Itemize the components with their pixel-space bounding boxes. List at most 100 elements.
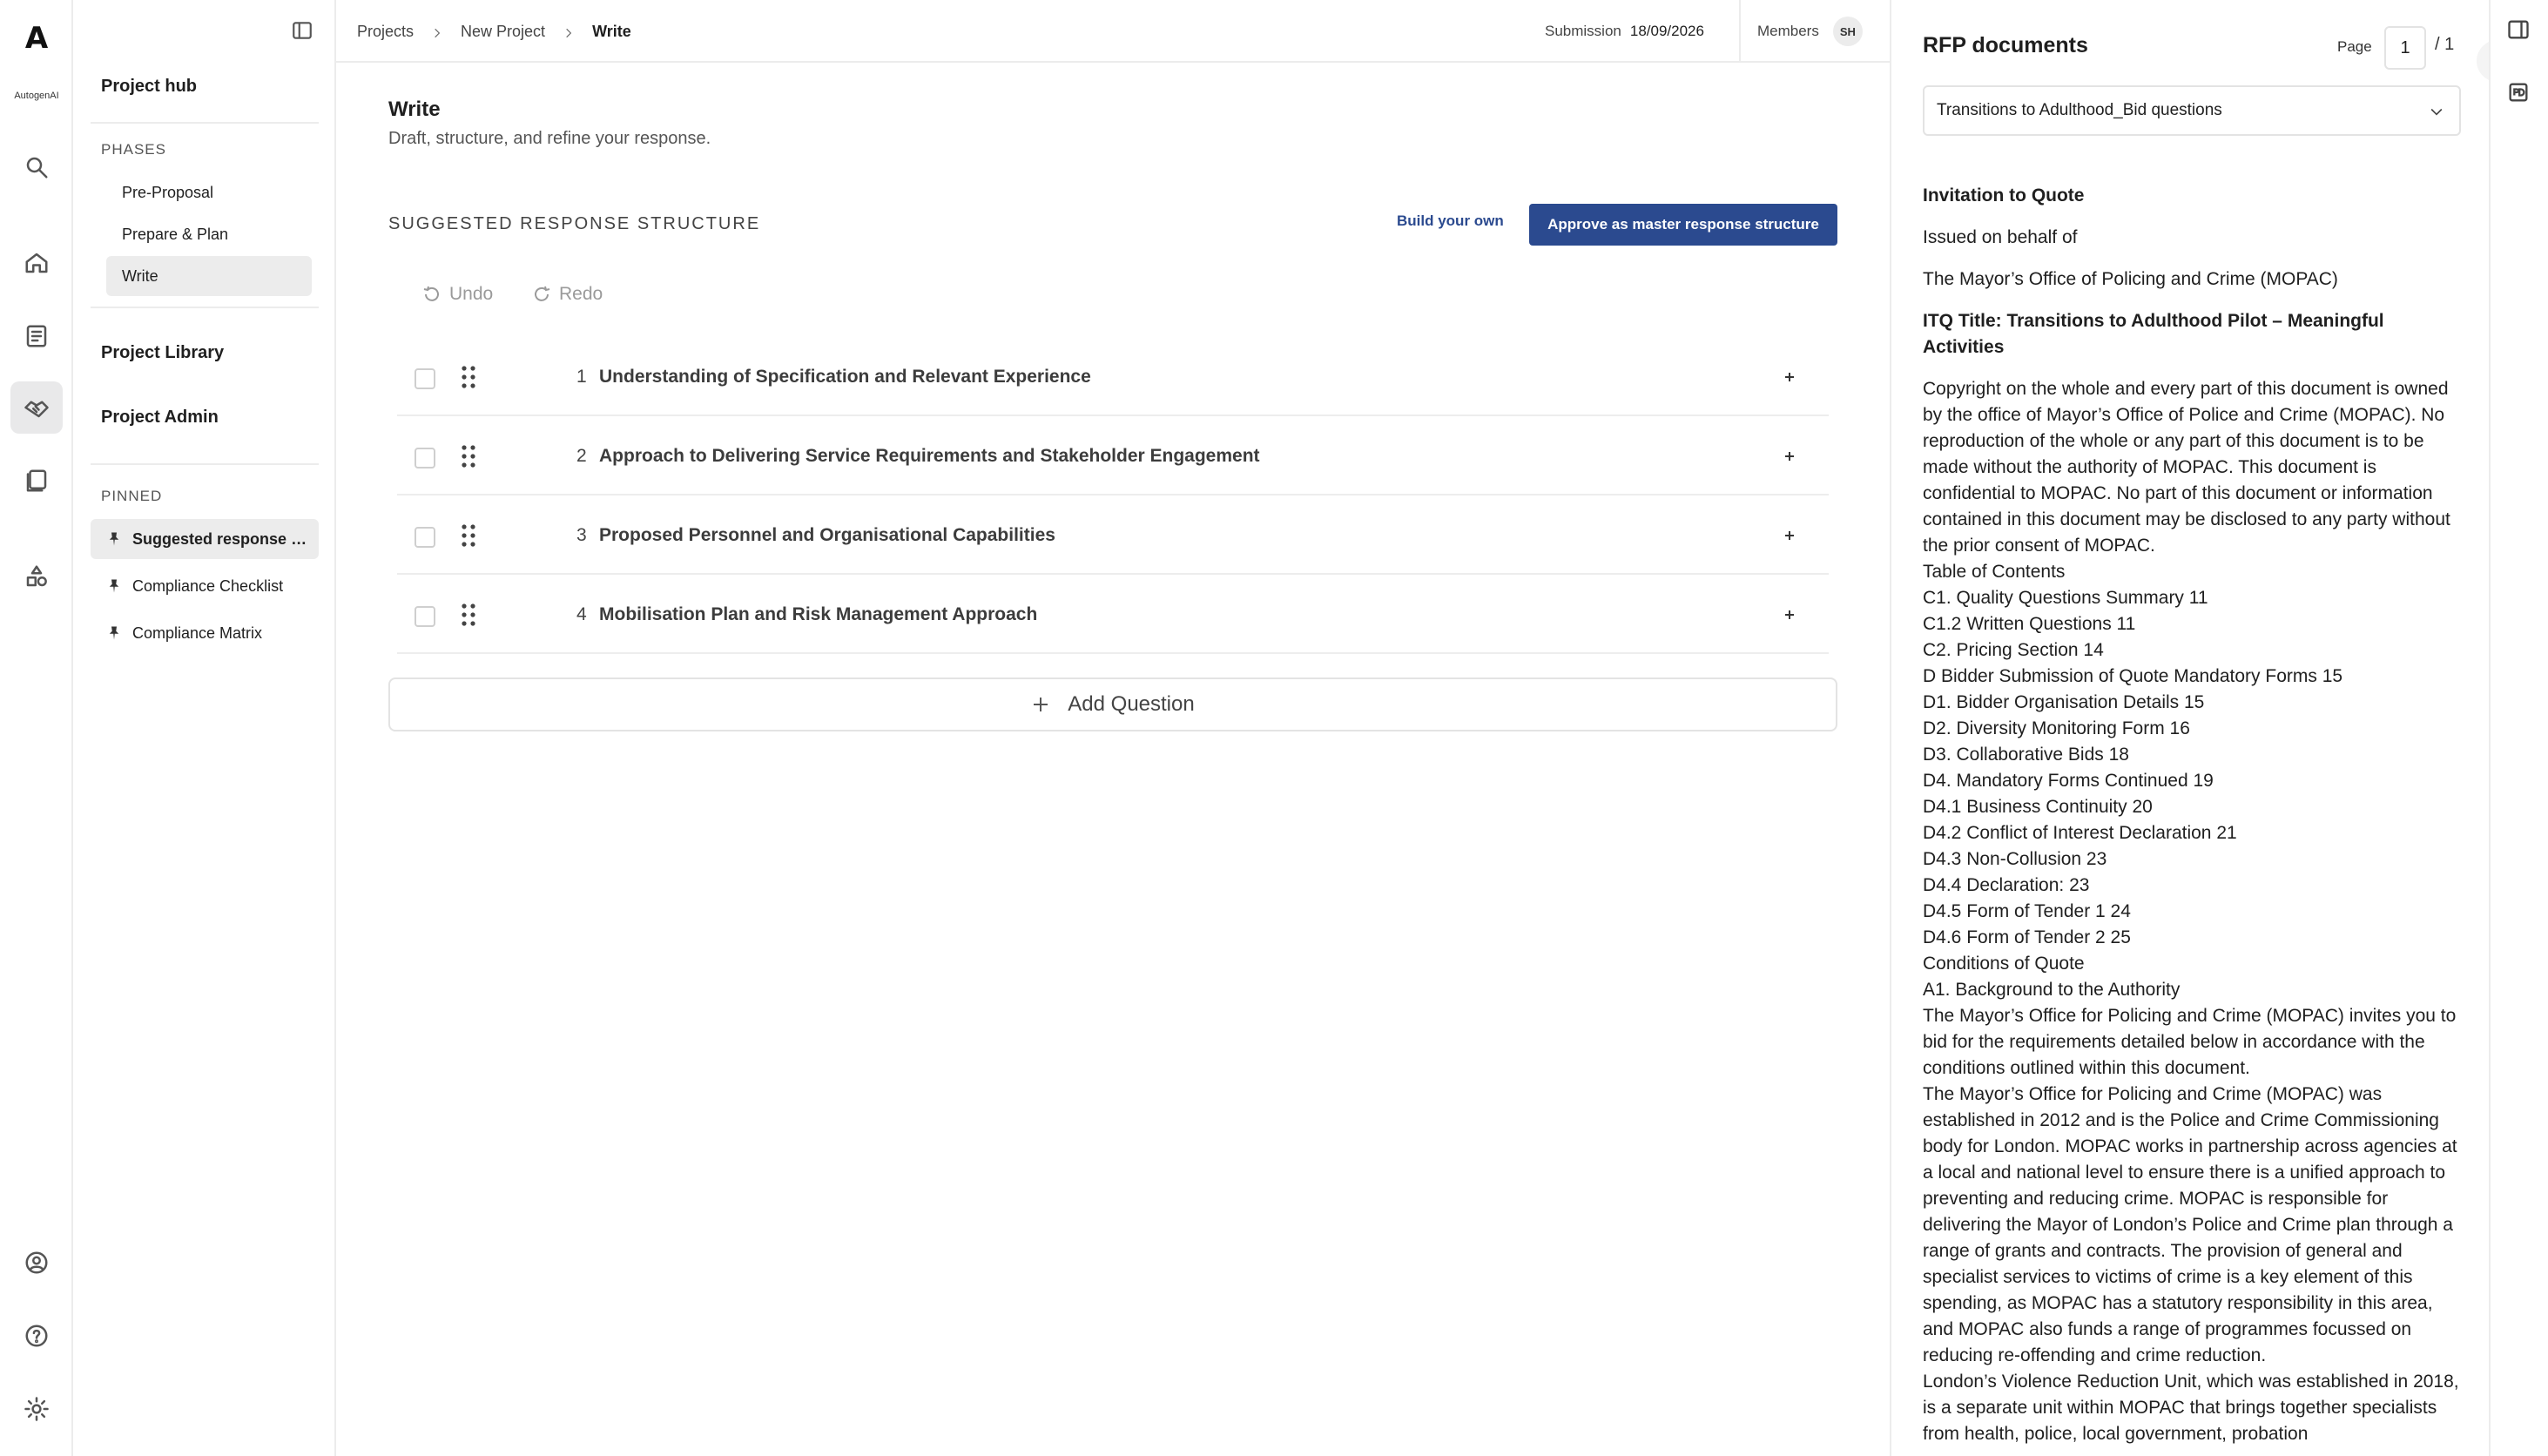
row-title[interactable]: Mobilisation Plan and Risk Management Ap… [599, 576, 1037, 654]
build-your-own-button[interactable]: Build your own [1397, 212, 1504, 230]
pinned-suggested-response-structure[interactable]: Suggested response structure [91, 519, 319, 559]
submission-value: 18/09/2026 [1629, 23, 1704, 39]
redo-button[interactable]: Redo [531, 277, 603, 312]
doc-line: D4.6 Form of Tender 2 25 [1923, 927, 2131, 947]
nav-project-hub[interactable]: Project hub [101, 77, 197, 97]
submission-label: Submission [1545, 23, 1621, 39]
row-checkbox[interactable] [415, 606, 435, 627]
search-icon[interactable] [10, 141, 63, 193]
doc-copyright: Copyright on the whole and every part of… [1923, 379, 2450, 556]
pin-icon [106, 531, 122, 547]
breadcrumb-projects[interactable]: Projects [357, 23, 414, 41]
doc-line: C1. Quality Questions Summary 11 [1923, 588, 2208, 608]
pinned-compliance-matrix[interactable]: Compliance Matrix [91, 613, 319, 653]
doc-line: D3. Collaborative Bids 18 [1923, 745, 2129, 765]
avatar[interactable]: SH [1832, 17, 1863, 46]
nav-project-admin[interactable]: Project Admin [101, 408, 219, 428]
members[interactable]: Members SH [1757, 0, 1863, 63]
row-checkbox[interactable] [415, 368, 435, 389]
page-number-input[interactable]: 1 [2384, 26, 2426, 70]
plus-icon [1031, 695, 1050, 714]
row-checkbox[interactable] [415, 448, 435, 468]
settings-gear-icon[interactable] [10, 1383, 63, 1435]
add-subsection-icon[interactable] [1776, 364, 1803, 390]
breadcrumb: Projects New Project Write [357, 0, 631, 63]
doc-line: D1. Bidder Organisation Details 15 [1923, 692, 2205, 712]
add-question-button[interactable]: Add Question [388, 677, 1837, 731]
structure-row[interactable]: 3 Proposed Personnel and Organisational … [397, 496, 1829, 575]
doc-paragraph: The Mayor’s Office for Policing and Crim… [1923, 1084, 2457, 1365]
document-viewer: Invitation to Quote Issued on behalf of … [1923, 183, 2468, 1447]
document-select[interactable]: Transitions to Adulthood_Bid questions [1923, 85, 2461, 136]
doc-line: D4.4 Declaration: 23 [1923, 875, 2090, 895]
divider [91, 307, 319, 308]
chevron-right-icon [563, 25, 575, 38]
drag-handle-icon[interactable] [460, 364, 477, 390]
phase-write[interactable]: Write [106, 256, 312, 296]
row-number: 2 [576, 446, 587, 466]
doc-line: D2. Diversity Monitoring Form 16 [1923, 718, 2190, 738]
doc-heading: Invitation to Quote [1923, 185, 2085, 206]
section-title: SUGGESTED RESPONSE STRUCTURE [388, 214, 761, 233]
home-icon[interactable] [10, 237, 63, 289]
shapes-icon[interactable] [10, 550, 63, 603]
phase-prepare-plan[interactable]: Prepare & Plan [106, 214, 312, 254]
add-question-label: Add Question [1068, 692, 1195, 716]
chevron-right-icon [431, 25, 443, 38]
structure-row[interactable]: 1 Understanding of Specification and Rel… [397, 338, 1829, 416]
undo-button[interactable]: Undo [421, 277, 493, 312]
doc-line: C1.2 Written Questions 11 [1923, 614, 2136, 634]
drag-handle-icon[interactable] [460, 522, 477, 549]
rfp-documents-panel: RFP documents Page 1 / 1 Transitions to … [1890, 0, 2489, 1456]
pinned-item-label: Compliance Matrix [132, 624, 263, 642]
doc-line: C2. Pricing Section 14 [1923, 640, 2104, 660]
library-icon[interactable] [10, 455, 63, 507]
pinned-compliance-checklist[interactable]: Compliance Checklist [91, 566, 319, 606]
undo-icon [423, 286, 439, 301]
document-icon[interactable] [10, 310, 63, 362]
add-subsection-icon[interactable] [1776, 522, 1803, 549]
pinned-label: PINNED [101, 488, 163, 504]
doc-line: D Bidder Submission of Quote Mandatory F… [1923, 666, 2343, 686]
undo-label: Undo [449, 284, 494, 304]
pinned-item-label: Compliance Checklist [132, 576, 284, 595]
row-title[interactable]: Understanding of Specification and Relev… [599, 338, 1091, 416]
drag-handle-icon[interactable] [460, 443, 477, 469]
structure-row[interactable]: 4 Mobilisation Plan and Risk Management … [397, 576, 1829, 654]
doc-org: The Mayor’s Office of Policing and Crime… [1923, 269, 2338, 289]
phases-label: PHASES [101, 141, 166, 158]
row-number: 3 [576, 525, 587, 545]
top-bar: Projects New Project Write Submission 18… [336, 0, 1890, 63]
redo-icon [535, 286, 550, 301]
nav-project-library[interactable]: Project Library [101, 343, 224, 363]
minimize-panel-icon[interactable] [2477, 40, 2489, 82]
divider [91, 463, 319, 465]
row-title[interactable]: Approach to Delivering Service Requireme… [599, 417, 1260, 495]
pdf-document-icon[interactable] [2506, 80, 2534, 108]
pin-icon [106, 578, 122, 594]
app-logo[interactable]: A [0, 21, 73, 56]
doc-line: D4.3 Non-Collusion 23 [1923, 849, 2107, 869]
help-icon[interactable] [10, 1310, 63, 1362]
user-profile-icon[interactable] [10, 1237, 63, 1289]
main-content: Write Draft, structure, and refine your … [336, 63, 1890, 1456]
breadcrumb-new-project[interactable]: New Project [461, 23, 545, 41]
handshake-icon[interactable] [10, 381, 63, 434]
row-checkbox[interactable] [415, 527, 435, 548]
doc-line: Table of Contents [1923, 562, 2066, 582]
right-tool-strip [2489, 0, 2548, 1456]
divider [91, 122, 319, 124]
row-number: 1 [576, 367, 587, 387]
drag-handle-icon[interactable] [460, 602, 477, 628]
add-subsection-icon[interactable] [1776, 443, 1803, 469]
structure-row[interactable]: 2 Approach to Delivering Service Require… [397, 417, 1829, 495]
phase-pre-proposal[interactable]: Pre-Proposal [106, 172, 312, 212]
toggle-panel-icon[interactable] [2506, 17, 2534, 45]
doc-paragraph: The Mayor’s Office for Policing and Crim… [1923, 1006, 2457, 1078]
redo-label: Redo [559, 284, 603, 304]
collapse-sidebar-icon[interactable] [291, 19, 317, 45]
members-label: Members [1757, 23, 1819, 39]
row-title[interactable]: Proposed Personnel and Organisational Ca… [599, 496, 1055, 575]
add-subsection-icon[interactable] [1776, 602, 1803, 628]
approve-structure-button[interactable]: Approve as master response structure [1529, 204, 1837, 246]
